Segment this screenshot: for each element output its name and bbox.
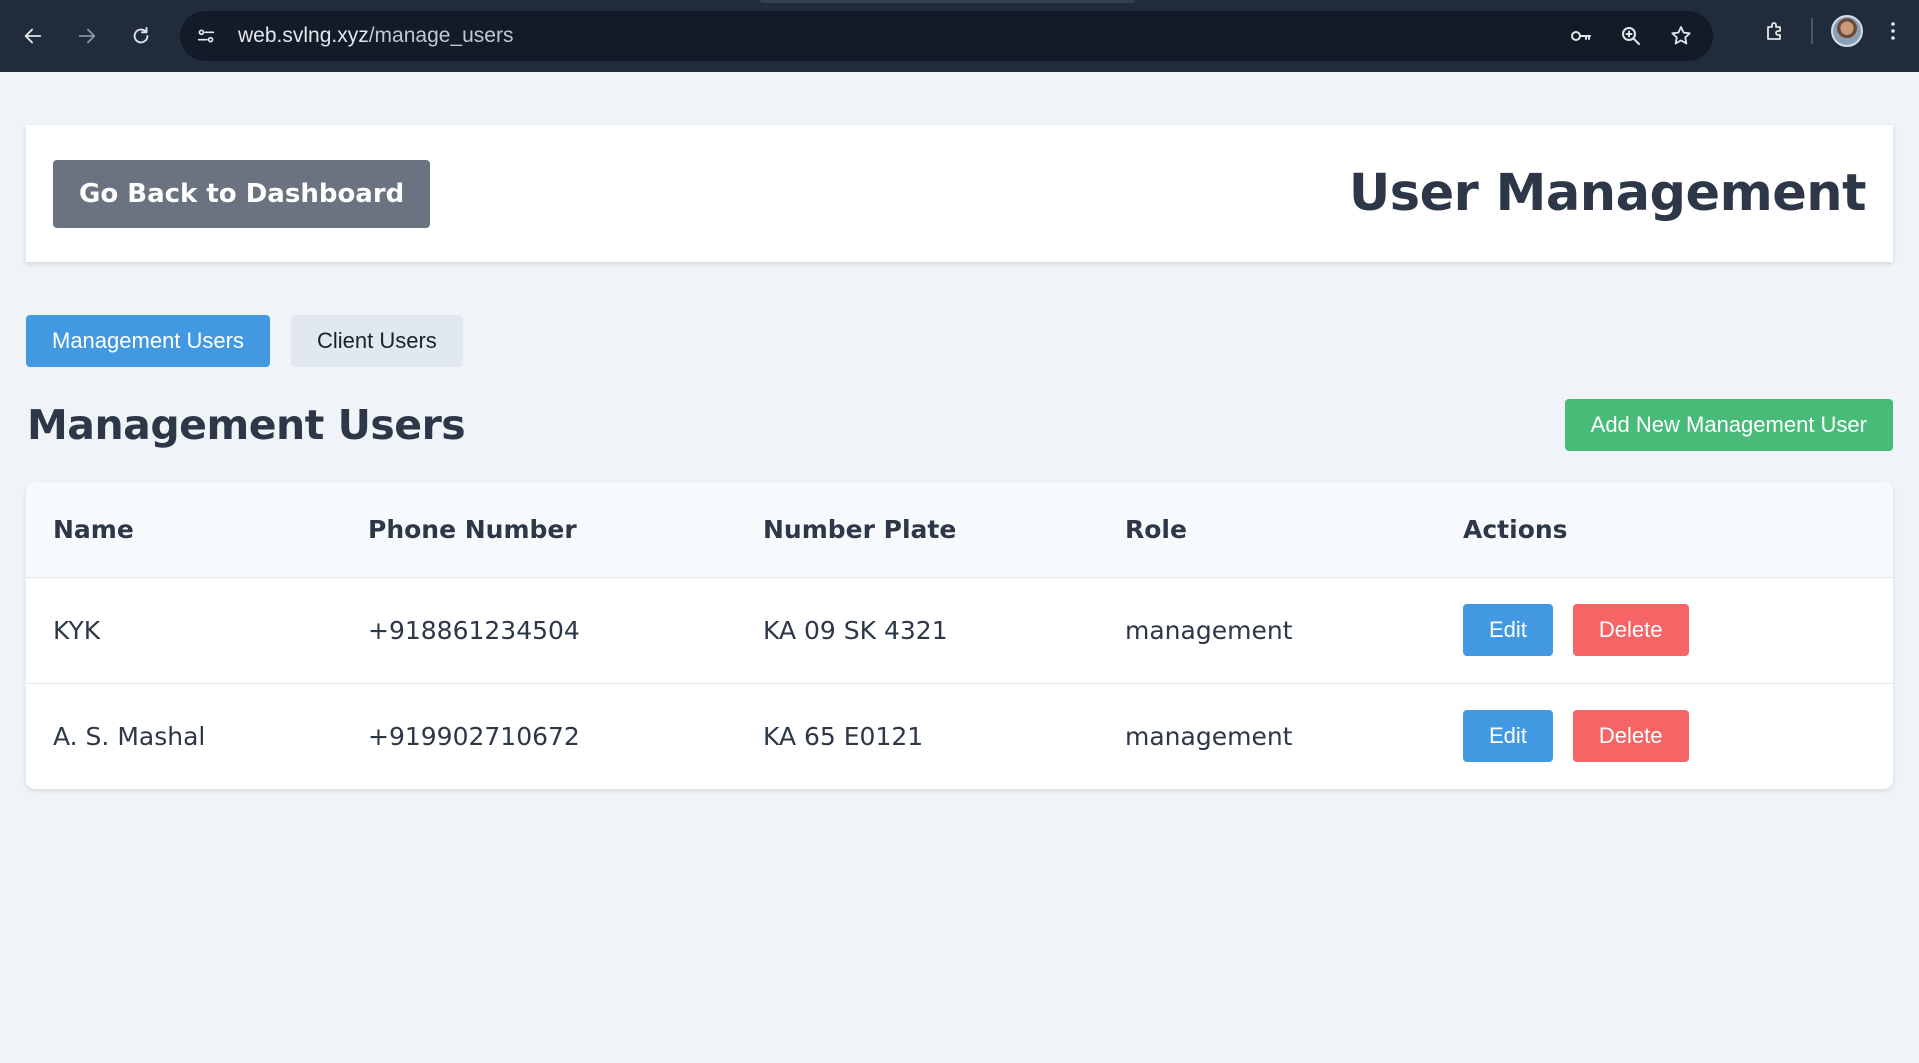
cell-phone: +919902710672 — [368, 721, 580, 751]
bookmark-star-icon[interactable] — [1663, 18, 1699, 54]
delete-button[interactable]: Delete — [1572, 604, 1689, 656]
page-title: User Management — [1348, 164, 1867, 223]
edit-button[interactable]: Edit — [1463, 710, 1553, 763]
back-to-dashboard-button[interactable]: Go Back to Dashboard — [53, 159, 431, 228]
column-header-name: Name — [53, 514, 134, 544]
column-header-phone: Phone Number — [368, 514, 577, 544]
add-management-user-button[interactable]: Add New Management User — [1564, 399, 1893, 451]
section-title: Management Users — [27, 401, 466, 449]
table-row: KYK +918861234504 KA 09 SK 4321 manageme… — [26, 577, 1893, 683]
table-row: A. S. Mashal +919902710672 KA 65 E0121 m… — [26, 683, 1893, 789]
edit-button[interactable]: Edit — [1463, 604, 1553, 656]
address-bar[interactable]: web.svlng.xyz/manage_users — [180, 11, 1713, 61]
cell-actions: Edit Delete — [1436, 577, 1893, 683]
cell-name: KYK — [53, 615, 101, 645]
url-text[interactable]: web.svlng.xyz/manage_users — [238, 24, 513, 48]
section-header: Management Users Add New Management User — [26, 399, 1893, 451]
cell-plate: KA 65 E0121 — [763, 721, 924, 751]
password-key-icon[interactable] — [1563, 18, 1599, 54]
table-header-row: Name Phone Number Number Plate Role Acti… — [26, 482, 1893, 577]
delete-button[interactable]: Delete — [1572, 710, 1689, 763]
back-arrow-icon[interactable] — [16, 19, 50, 53]
cell-actions: Edit Delete — [1436, 683, 1893, 789]
url-host: web.svlng.xyz — [238, 24, 369, 47]
column-header-plate: Number Plate — [763, 514, 957, 544]
url-path: /manage_users — [368, 24, 514, 47]
cell-phone: +918861234504 — [368, 615, 580, 645]
users-table: Name Phone Number Number Plate Role Acti… — [26, 482, 1893, 789]
profile-avatar[interactable] — [1831, 15, 1863, 47]
cell-role: management — [1125, 615, 1293, 645]
extensions-icon[interactable] — [1757, 13, 1793, 49]
column-header-role: Role — [1125, 514, 1187, 544]
cell-plate: KA 09 SK 4321 — [763, 615, 948, 645]
toolbar-divider — [1811, 18, 1813, 44]
tab-management-users[interactable]: Management Users — [26, 315, 270, 367]
zoom-icon[interactable] — [1613, 18, 1649, 54]
forward-arrow-icon[interactable] — [70, 19, 104, 53]
user-type-tabs: Management Users Client Users — [26, 315, 1893, 367]
active-tab-edge — [760, 0, 1135, 3]
column-header-actions: Actions — [1463, 514, 1568, 544]
page-content: Go Back to Dashboard User Management Man… — [0, 72, 1919, 789]
cell-name: A. S. Mashal — [53, 721, 206, 751]
browser-toolbar: web.svlng.xyz/manage_users — [0, 0, 1919, 72]
header-card: Go Back to Dashboard User Management — [26, 125, 1893, 262]
more-menu-icon[interactable] — [1875, 13, 1911, 49]
cell-role: management — [1125, 721, 1293, 751]
tab-client-users[interactable]: Client Users — [290, 315, 463, 367]
site-info-icon[interactable] — [188, 18, 224, 54]
users-table-card: Name Phone Number Number Plate Role Acti… — [26, 482, 1893, 789]
reload-icon[interactable] — [124, 19, 158, 53]
